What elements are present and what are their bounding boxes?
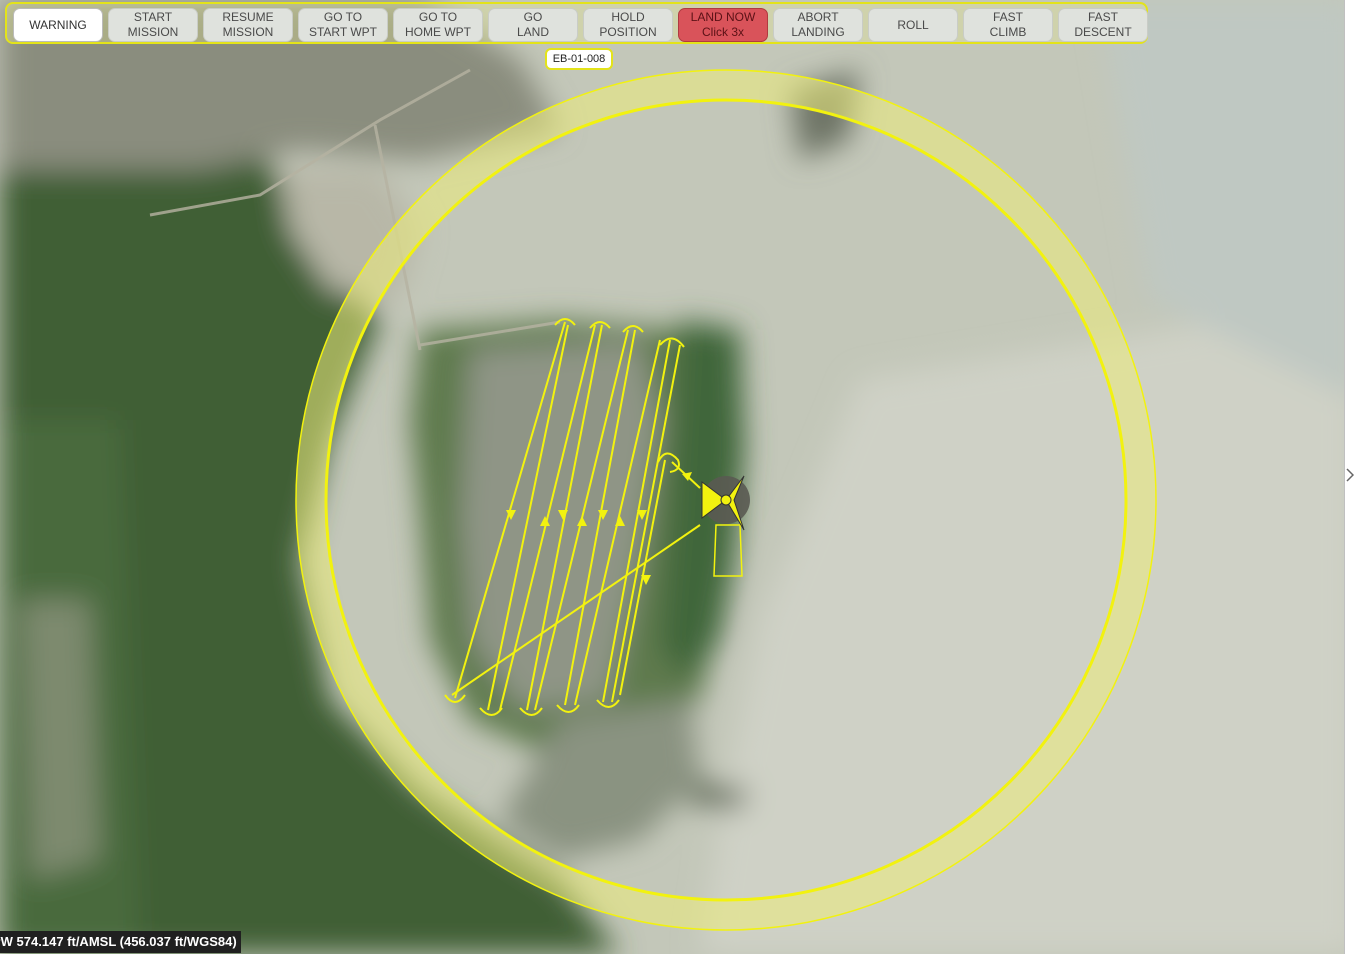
command-button-abort-landing[interactable]: ABORT LANDING xyxy=(773,8,863,42)
command-button-warning[interactable]: WARNING xyxy=(13,8,103,42)
command-button-go-land[interactable]: GO LAND xyxy=(488,8,578,42)
status-bar: PW 574.147 ft/AMSL (456.037 ft/WGS84) xyxy=(0,931,241,953)
command-button-hold-position[interactable]: HOLD POSITION xyxy=(583,8,673,42)
command-button-start-mission[interactable]: START MISSION xyxy=(108,8,198,42)
vehicle-center xyxy=(720,494,732,506)
command-button-go-to-home-wpt[interactable]: GO TO HOME WPT xyxy=(393,8,483,42)
command-button-fast-descent[interactable]: FAST DESCENT xyxy=(1058,8,1148,42)
command-button-go-to-start-wpt[interactable]: GO TO START WPT xyxy=(298,8,388,42)
chevron-right-icon[interactable] xyxy=(1346,468,1354,482)
altitude-readout: PW 574.147 ft/AMSL (456.037 ft/WGS84) xyxy=(0,934,237,949)
command-toolbar: WARNING START MISSION RESUME MISSION GO TO … xyxy=(5,2,1148,44)
command-button-fast-climb[interactable]: FAST CLIMB xyxy=(963,8,1053,42)
command-button-roll[interactable]: ROLL xyxy=(868,8,958,42)
command-button-land-now-click-3x[interactable]: LAND NOW Click 3x xyxy=(678,8,768,42)
map-view[interactable] xyxy=(0,0,1355,954)
vehicle-label[interactable]: EB-01-008 xyxy=(545,48,613,70)
command-button-resume-mission[interactable]: RESUME MISSION xyxy=(203,8,293,42)
